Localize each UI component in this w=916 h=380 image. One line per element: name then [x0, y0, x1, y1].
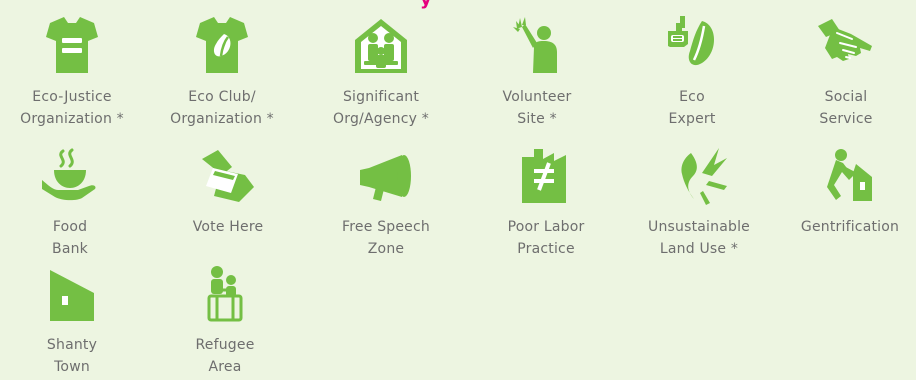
- ballot-hand-icon: [193, 140, 263, 210]
- legend-label: Refugee Area: [195, 337, 255, 375]
- helping-hand-icon: [811, 10, 881, 80]
- legend-label: Gentrification: [800, 219, 900, 235]
- legend-label: Eco Club/ Organization *: [170, 89, 274, 127]
- legend-item-eco-club-organization: Eco Club/ Organization *: [152, 10, 292, 130]
- legend-item-volunteer-site: Volunteer Site *: [467, 10, 607, 130]
- shanty-house-icon: [37, 258, 107, 328]
- legend-item-social-service: Social Service: [776, 10, 916, 130]
- hand-leaf-icon: [657, 10, 727, 80]
- legend-item-food-bank: Food Bank: [0, 140, 140, 260]
- legend-item-vote-here: Vote Here: [158, 140, 298, 238]
- legend-label: Social Service: [819, 89, 873, 127]
- legend-item-unsustainable-land-use: Unsustainable Land Use *: [629, 140, 769, 260]
- legend-label: Eco-Justice Organization *: [20, 89, 124, 127]
- legend-item-poor-labor-practice: Poor Labor Practice: [476, 140, 616, 260]
- shirt-leaf-icon: [187, 10, 257, 80]
- legend-item-significant-org-agency: Significant Org/Agency *: [311, 10, 451, 130]
- legend-label: Volunteer Site *: [502, 89, 572, 127]
- heading-fragment: y: [420, 0, 432, 9]
- pushed-house-icon: [815, 140, 885, 210]
- legend-label: Free Speech Zone: [342, 219, 430, 257]
- legend-item-eco-expert: Eco Expert: [622, 10, 762, 130]
- legend-item-eco-justice-organization: Eco-Justice Organization *: [2, 10, 142, 130]
- volunteer-hand-icon: [502, 10, 572, 80]
- legend-item-gentrification: Gentrification: [780, 140, 916, 238]
- factory-not-equal-icon: [511, 140, 581, 210]
- house-people-icon: [346, 10, 416, 80]
- shirt-equals-icon: [37, 10, 107, 80]
- legend-label: Unsustainable Land Use *: [648, 219, 750, 257]
- legend-item-refugee-area: Refugee Area: [155, 258, 295, 378]
- legend-label: Vote Here: [192, 219, 264, 235]
- food-bowl-hand-icon: [35, 140, 105, 210]
- megaphone-icon: [351, 140, 421, 210]
- broken-land-icon: [664, 140, 734, 210]
- legend-item-free-speech-zone: Free Speech Zone: [316, 140, 456, 260]
- legend-label: Food Bank: [52, 219, 88, 257]
- legend-label: Eco Expert: [668, 89, 716, 127]
- legend-label: Significant Org/Agency *: [333, 89, 429, 127]
- refugee-family-icon: [190, 258, 260, 328]
- legend-label: Poor Labor Practice: [507, 219, 585, 257]
- legend-item-shanty-town: Shanty Town: [2, 258, 142, 378]
- legend-label: Shanty Town: [46, 337, 98, 375]
